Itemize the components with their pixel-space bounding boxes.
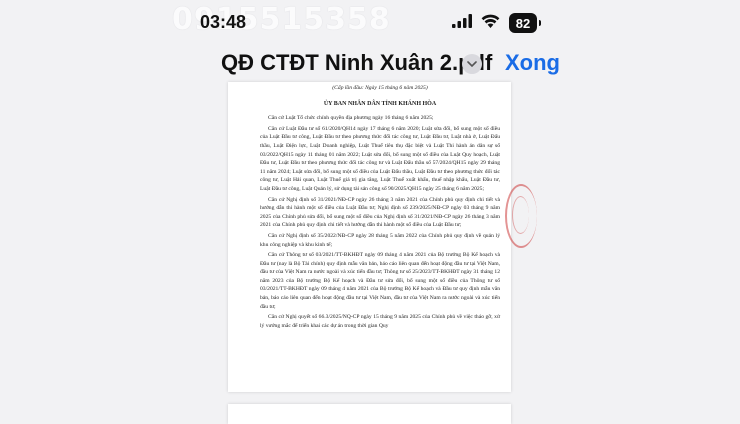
signal-icon (452, 13, 472, 33)
authority-heading: ỦY BAN NHÂN DÂN TỈNH KHÁNH HÒA (323, 100, 437, 107)
paragraph: Căn cứ Luật Đầu tư số 61/2020/QH14 ngày … (260, 125, 500, 192)
pdf-page[interactable]: (Cấp lần đầu: Ngày 15 tháng 6 năm 2025) … (228, 82, 511, 392)
pdf-page-text: (Cấp lần đầu: Ngày 15 tháng 6 năm 2025) … (260, 84, 500, 330)
chevron-down-icon[interactable] (462, 54, 482, 74)
paragraph: Căn cứ Thông tư số 03/2021/TT-BKHĐT ngày… (260, 252, 500, 310)
status-time: 03:48 (200, 12, 247, 32)
paragraph: Căn cứ Nghị định số 31/2021/NĐ-CP ngày 2… (260, 196, 500, 229)
paragraph: Căn cứ Nghị định số 35/2022/NĐ-CP ngày 2… (260, 232, 500, 248)
red-seal-stamp-inner (512, 196, 529, 234)
wifi-icon (481, 14, 500, 33)
document-title[interactable]: QĐ CTĐT Ninh Xuân 2.pdf (221, 50, 492, 76)
status-icons: 82 (452, 12, 541, 34)
paragraph: Căn cứ Nghị quyết số 66.3/2025/NQ-CP ngà… (260, 314, 500, 329)
paragraph: Căn cứ Luật Tổ chức chính quyền địa phươ… (268, 115, 434, 122)
pdf-page-next[interactable] (228, 404, 511, 424)
battery-icon: 82 (509, 13, 541, 33)
done-button[interactable]: Xong (505, 50, 560, 76)
issue-line: (Cấp lần đầu: Ngày 15 tháng 6 năm 2025) (332, 85, 428, 91)
